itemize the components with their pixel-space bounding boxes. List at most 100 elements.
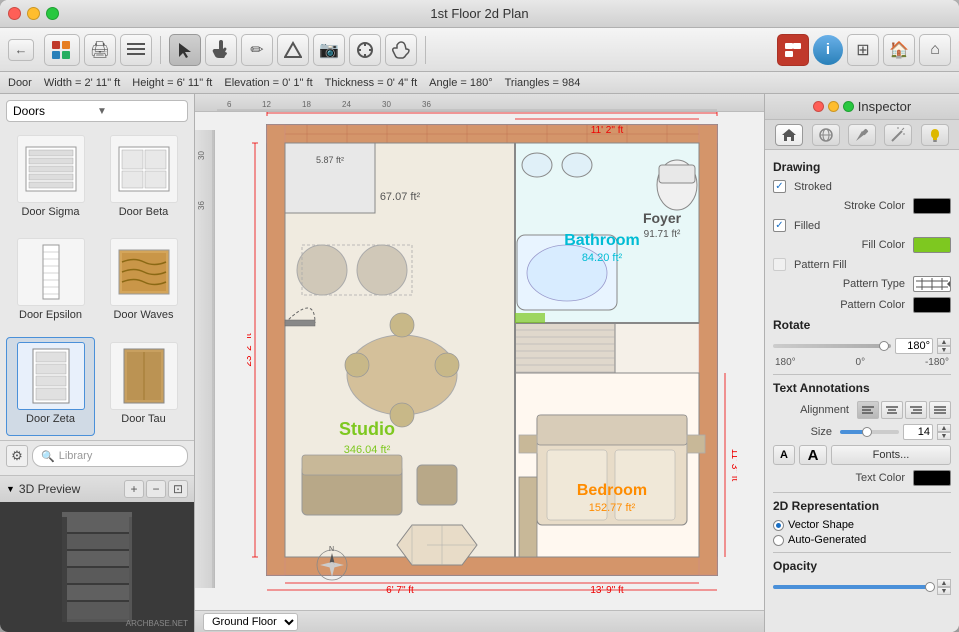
divider-2 — [773, 492, 951, 493]
filled-checkbox[interactable] — [773, 219, 786, 232]
text-color-swatch[interactable] — [913, 470, 951, 486]
zoom-out-button[interactable]: − — [146, 480, 166, 498]
angle-input[interactable]: 180° — [895, 338, 933, 354]
tab-house[interactable] — [775, 124, 803, 146]
list-item[interactable]: Door Beta — [99, 130, 188, 229]
stroked-checkbox[interactable] — [773, 180, 786, 193]
svg-text:67.07 ft²: 67.07 ft² — [379, 191, 420, 203]
items-button[interactable] — [44, 34, 80, 66]
size-input[interactable] — [903, 424, 933, 440]
category-dropdown[interactable]: Doors ▼ — [6, 100, 188, 122]
tab-sphere[interactable] — [812, 124, 840, 146]
size-down-button[interactable]: ▼ — [937, 432, 951, 440]
angle-up-button[interactable]: ▲ — [937, 338, 951, 346]
size-slider[interactable] — [840, 430, 899, 434]
print-button[interactable]: 🖨 — [84, 34, 116, 66]
opacity-stepper: ▲ ▼ — [937, 579, 951, 595]
ruler-v-svg: 30 36 — [196, 130, 214, 588]
measure-tool[interactable] — [349, 34, 381, 66]
vector-shape-row: Vector Shape — [773, 519, 951, 531]
size-slider-thumb[interactable] — [862, 427, 872, 437]
maximize-button[interactable] — [46, 7, 59, 20]
shape-tool[interactable] — [277, 34, 309, 66]
info-width: Width = 2' 11" ft — [44, 77, 120, 89]
search-input[interactable]: 🔍 Library — [32, 445, 188, 467]
zoom-in-button[interactable]: + — [124, 480, 144, 498]
opacity-down-button[interactable]: ▼ — [937, 587, 951, 595]
pattern-fill-row: Pattern Fill — [773, 258, 951, 271]
divider-3 — [773, 552, 951, 553]
chevron-down-icon: ▼ — [97, 106, 181, 117]
list-item[interactable]: Door Epsilon — [6, 233, 95, 332]
hand-tool[interactable] — [205, 34, 237, 66]
rotate-section-title: Rotate — [773, 318, 951, 332]
pattern-color-swatch[interactable] — [913, 297, 951, 313]
close-button[interactable] — [8, 7, 21, 20]
rotate-slider-thumb[interactable] — [879, 341, 889, 351]
fonts-button[interactable]: Fonts... — [831, 445, 951, 465]
camera-tool[interactable]: 📷 — [313, 34, 345, 66]
info-elevation: Elevation = 0' 1" ft — [224, 77, 312, 89]
close-icon[interactable] — [813, 101, 824, 112]
tab-brush[interactable] — [848, 124, 876, 146]
align-center-button[interactable] — [881, 401, 903, 419]
canvas-with-ruler: 30 36 — [195, 112, 764, 610]
vector-shape-radio[interactable] — [773, 520, 784, 531]
angle-down-button[interactable]: ▼ — [937, 346, 951, 354]
stroke-color-swatch[interactable] — [913, 198, 951, 214]
list-item[interactable]: Door Waves — [99, 233, 188, 332]
font-small-button[interactable]: A — [773, 445, 795, 465]
pan-tool[interactable] — [385, 34, 417, 66]
inspector-controls — [813, 101, 854, 112]
auto-generated-radio[interactable] — [773, 535, 784, 546]
grid-view-button[interactable]: ⊞ — [847, 34, 879, 66]
opacity-slider[interactable] — [773, 585, 931, 589]
opacity-section: Opacity ▲ ▼ — [773, 559, 951, 595]
opacity-thumb[interactable] — [925, 582, 935, 592]
svg-text:346.04 ft²: 346.04 ft² — [343, 444, 390, 456]
pattern-color-row: Pattern Color — [773, 297, 951, 313]
zoom-fit-button[interactable]: ⊡ — [168, 480, 188, 498]
tab-bulb[interactable] — [921, 124, 949, 146]
floor-plan[interactable]: N Studio 346.04 ft² Bathroom 84.20 ft² F… — [219, 112, 764, 588]
pattern-fill-label: Pattern Fill — [790, 259, 951, 271]
alignment-label: Alignment — [773, 404, 853, 416]
list-item[interactable]: Door Tau — [99, 337, 188, 436]
align-justify-button[interactable] — [929, 401, 951, 419]
exterior-view-button[interactable]: ⌂ — [919, 34, 951, 66]
filled-row: Filled — [773, 219, 951, 232]
list-item[interactable]: Door Zeta — [6, 337, 95, 436]
pencil-tool[interactable]: ✏ — [241, 34, 273, 66]
pattern-type-button[interactable] — [913, 276, 951, 292]
house-view-button[interactable]: 🏠 — [883, 34, 915, 66]
canvas-bottom-bar: Ground Floor — [195, 610, 764, 632]
fill-color-swatch[interactable] — [913, 237, 951, 253]
settings-icon[interactable]: ⚙ — [6, 445, 28, 467]
preview-header[interactable]: ▼ 3D Preview + − ⊡ — [0, 476, 194, 502]
expand-icon[interactable] — [843, 101, 854, 112]
floor-select[interactable]: Ground Floor — [203, 613, 298, 631]
list-item[interactable]: Door Sigma — [6, 130, 95, 229]
rotate-min-label: 180° — [775, 357, 796, 368]
share-button[interactable] — [777, 34, 809, 66]
auto-generated-row: Auto-Generated — [773, 534, 951, 546]
align-left-button[interactable] — [857, 401, 879, 419]
back-button[interactable]: ← — [8, 39, 34, 61]
pattern-fill-checkbox[interactable] — [773, 258, 786, 271]
minimize-icon[interactable] — [828, 101, 839, 112]
font-large-button[interactable]: A — [799, 445, 827, 465]
minimize-button[interactable] — [27, 7, 40, 20]
list-button[interactable] — [120, 34, 152, 66]
size-up-button[interactable]: ▲ — [937, 424, 951, 432]
rotate-slider[interactable] — [773, 344, 891, 348]
align-right-button[interactable] — [905, 401, 927, 419]
tab-wand[interactable] — [884, 124, 912, 146]
opacity-up-button[interactable]: ▲ — [937, 579, 951, 587]
font-buttons-row: A A Fonts... — [773, 445, 951, 465]
text-annotations-section: Text Annotations Alignment — [773, 381, 951, 486]
select-tool[interactable] — [169, 34, 201, 66]
inspector-body: Drawing Stroked Stroke Color Filled — [765, 150, 959, 632]
svg-text:Bathroom: Bathroom — [564, 232, 640, 249]
svg-text:Foyer: Foyer — [642, 210, 681, 226]
info-button[interactable]: i — [813, 35, 843, 65]
